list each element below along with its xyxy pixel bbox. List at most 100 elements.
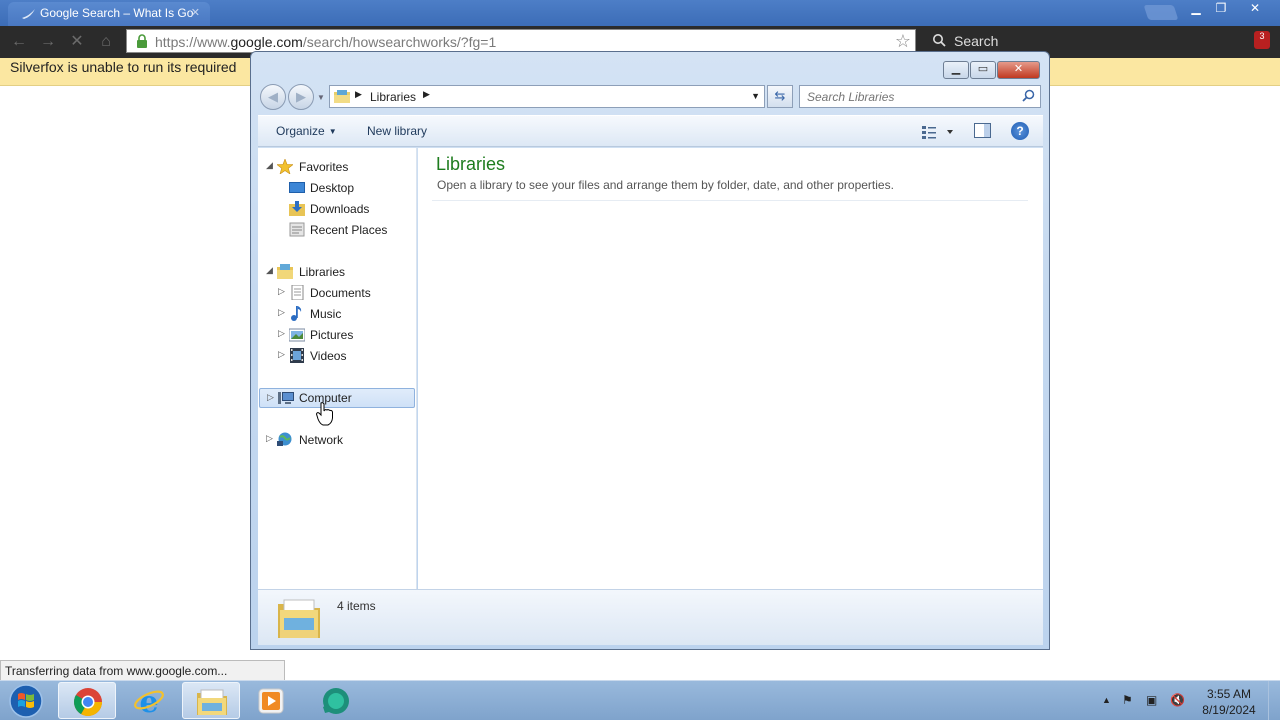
taskbar-chrome[interactable] xyxy=(58,682,116,719)
music-icon xyxy=(291,306,302,321)
media-player-icon xyxy=(258,688,284,714)
show-desktop-button[interactable] xyxy=(1268,681,1280,720)
forward-arrow-icon[interactable]: → xyxy=(39,34,57,52)
nav-music[interactable]: ▷ Music xyxy=(278,304,416,324)
navigation-pane: ◢ Favorites Desktop Downloads Recent Pla… xyxy=(258,148,417,589)
close-button[interactable]: ✕ xyxy=(997,61,1040,79)
item-count: 4 items xyxy=(337,599,376,613)
nav-documents[interactable]: ▷ Documents xyxy=(278,283,416,303)
browser-tab[interactable]: Google Search – What Is Go ✕ xyxy=(8,2,210,26)
network-tray-icon[interactable]: ▣ xyxy=(1146,693,1157,707)
browser-search-label: Search xyxy=(954,33,999,49)
browser-status-bubble: Transferring data from www.google.com... xyxy=(0,660,285,681)
minimize-button[interactable]: ▁ xyxy=(943,61,969,79)
url-text: https://www.google.com/search/howsearchw… xyxy=(155,34,497,50)
videos-icon xyxy=(290,348,304,363)
recent-pages-dropdown[interactable]: ▼ xyxy=(317,93,325,102)
browser-search-box[interactable]: Search xyxy=(924,29,1250,53)
browser-tab-title: Google Search – What Is Go xyxy=(40,6,194,20)
expand-arrow-icon[interactable]: ▷ xyxy=(267,392,277,403)
nav-favorites[interactable]: ◢ Favorites xyxy=(266,157,416,177)
network-icon xyxy=(277,432,292,446)
browser-tab-strip: Google Search – What Is Go ✕ ▁ ❐ ✕ xyxy=(0,0,1280,26)
volume-muted-icon[interactable]: 🔇 xyxy=(1170,693,1185,707)
hand-cursor-icon xyxy=(316,402,333,426)
taskbar-internet-explorer[interactable]: e xyxy=(120,682,178,719)
expand-arrow-icon[interactable]: ▷ xyxy=(266,433,276,444)
forward-button[interactable]: ▶ xyxy=(288,84,314,110)
divider xyxy=(432,200,1028,201)
search-icon xyxy=(932,33,946,50)
help-icon[interactable]: ? xyxy=(1011,122,1029,140)
search-icon[interactable] xyxy=(1022,89,1035,105)
taskbar-media-player[interactable] xyxy=(242,682,300,719)
expand-arrow-icon[interactable]: ▷ xyxy=(278,349,288,360)
nav-videos[interactable]: ▷ Videos xyxy=(278,346,416,366)
taskbar: e ▲ ⚑ ▣ 🔇 3:55 AM 8/19/2024 xyxy=(0,680,1280,720)
nav-pictures[interactable]: ▷ Pictures xyxy=(278,325,416,345)
details-pane: 4 items xyxy=(258,589,1043,645)
back-button[interactable]: ◀ xyxy=(260,84,286,110)
nav-desktop[interactable]: Desktop xyxy=(278,178,416,198)
collapse-arrow-icon[interactable]: ◢ xyxy=(266,160,276,171)
expand-arrow-icon[interactable]: ▷ xyxy=(278,328,288,339)
extension-badge[interactable]: 3 xyxy=(1254,31,1270,49)
nav-recent-places[interactable]: Recent Places xyxy=(278,220,416,240)
nav-downloads[interactable]: Downloads xyxy=(278,199,416,219)
collapse-arrow-icon[interactable]: ◢ xyxy=(266,265,276,276)
show-hidden-icons-button[interactable]: ▲ xyxy=(1102,695,1111,705)
breadcrumb-separator[interactable]: ▶ xyxy=(355,89,362,100)
home-icon[interactable]: ⌂ xyxy=(97,34,115,52)
nav-computer[interactable]: ▷ Computer xyxy=(259,388,415,408)
explorer-icon xyxy=(197,689,227,715)
tab-close-icon[interactable]: ✕ xyxy=(191,6,200,19)
refresh-button[interactable]: ⇆ xyxy=(767,85,793,108)
page-subtitle: Open a library to see your files and arr… xyxy=(437,178,894,192)
pictures-icon xyxy=(289,328,305,342)
clock-date: 8/19/2024 xyxy=(1202,703,1256,717)
explorer-window: ▁ ▭ ✕ ◀ ▶ ▼ ▶ Libraries ▶ ▼ ⇆ Organize▼ … xyxy=(250,51,1050,650)
chevron-down-icon[interactable]: ▼ xyxy=(751,91,760,101)
browser-close-button[interactable]: ✕ xyxy=(1243,0,1267,18)
preview-pane-button[interactable] xyxy=(974,123,991,138)
infobar-message: Silverfox is unable to run its required xyxy=(10,59,237,75)
address-bar[interactable]: https://www.google.com/search/howsearchw… xyxy=(126,29,916,53)
downloads-icon xyxy=(289,201,305,216)
content-pane: Libraries Open a library to see your fil… xyxy=(418,148,1043,589)
libraries-icon xyxy=(334,90,350,103)
chrome-icon xyxy=(74,688,102,716)
command-bar: Organize ▼ New library ? xyxy=(258,115,1043,147)
expand-arrow-icon[interactable]: ▷ xyxy=(278,286,288,297)
breadcrumb-libraries[interactable]: Libraries xyxy=(370,90,416,104)
stop-loading-icon[interactable]: ✕ xyxy=(68,34,86,52)
chrome-tab-favicon xyxy=(22,9,35,19)
new-library-button[interactable]: New library xyxy=(367,124,427,138)
libraries-icon xyxy=(278,599,320,638)
explorer-address-bar[interactable]: ▶ Libraries ▶ ▼ xyxy=(329,85,765,108)
breadcrumb-separator[interactable]: ▶ xyxy=(423,89,430,100)
search-input[interactable] xyxy=(800,86,1016,107)
taskbar-app[interactable] xyxy=(306,682,364,719)
windows-start-icon[interactable] xyxy=(4,681,48,720)
browser-restore-button[interactable]: ❐ xyxy=(1209,0,1233,18)
lock-icon xyxy=(137,34,147,48)
browser-minimize-button[interactable]: ▁ xyxy=(1184,0,1208,18)
internet-explorer-icon: e xyxy=(134,685,164,717)
maximize-button[interactable]: ▭ xyxy=(970,61,996,79)
change-view-button[interactable] xyxy=(920,122,960,142)
favorites-star-icon xyxy=(277,159,293,174)
back-arrow-icon[interactable]: ← xyxy=(10,34,28,52)
organize-button[interactable]: Organize ▼ xyxy=(276,124,337,138)
desktop-icon xyxy=(289,182,305,193)
computer-icon xyxy=(278,392,294,404)
flag-icon[interactable]: ⚑ xyxy=(1122,693,1133,707)
nav-libraries[interactable]: ◢ Libraries xyxy=(266,262,416,282)
nav-network[interactable]: ▷ Network xyxy=(266,430,416,450)
explorer-search-box[interactable] xyxy=(799,85,1041,108)
taskbar-clock[interactable]: 3:55 AM 8/19/2024 xyxy=(1196,686,1262,718)
libraries-icon xyxy=(277,264,293,279)
taskbar-windows-explorer[interactable] xyxy=(182,682,240,719)
expand-arrow-icon[interactable]: ▷ xyxy=(278,307,288,318)
star-icon[interactable]: ☆ xyxy=(895,31,911,52)
new-tab-button[interactable] xyxy=(1143,5,1179,20)
